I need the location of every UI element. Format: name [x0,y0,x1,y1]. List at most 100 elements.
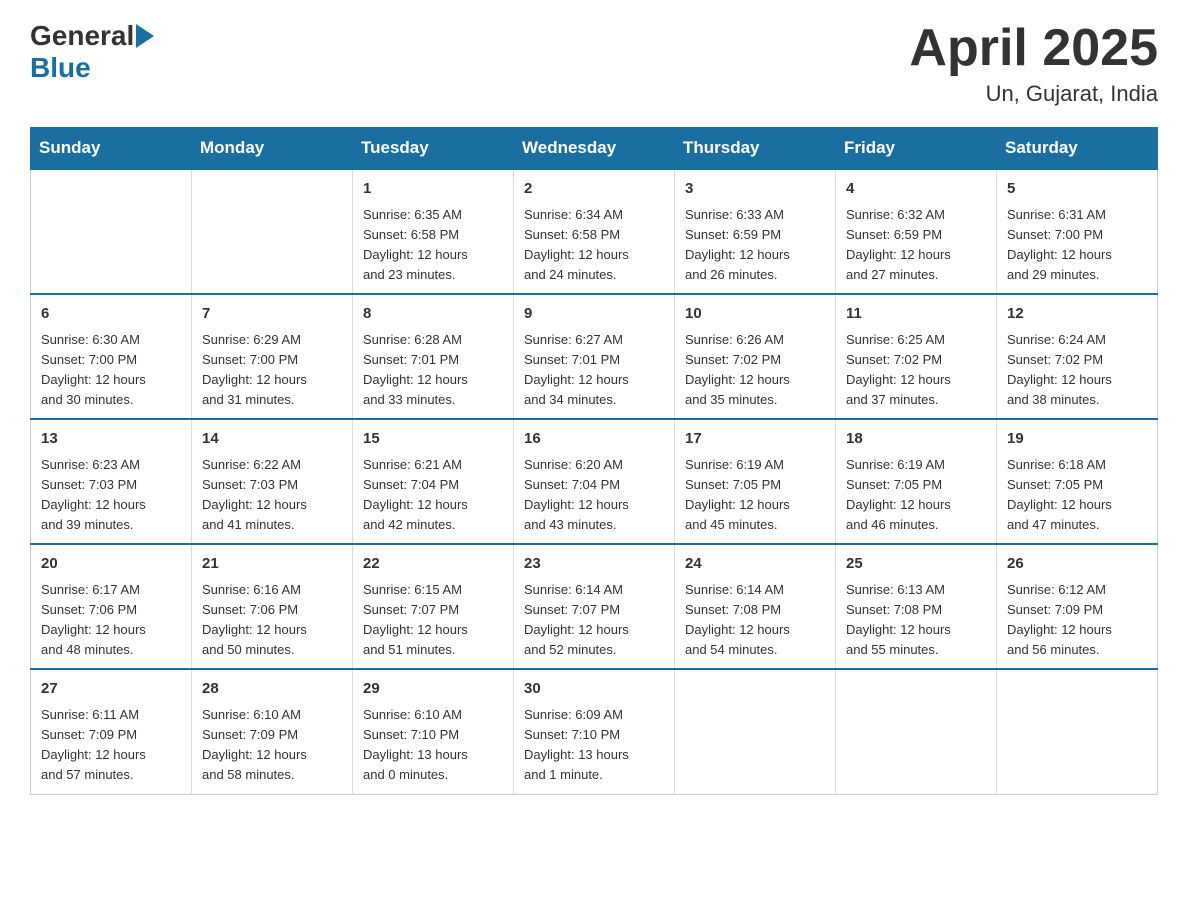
day-number: 15 [363,428,503,451]
calendar-cell: 29 Sunrise: 6:10 AM Sunset: 7:10 PM Dayli… [353,669,514,794]
day-info: Sunrise: 6:18 AM Sunset: 7:05 PM Dayligh… [1007,455,1147,536]
calendar-cell: 6 Sunrise: 6:30 AM Sunset: 7:00 PM Daylig… [31,294,192,419]
day-number: 9 [524,303,664,326]
day-of-week-header: Friday [836,128,997,170]
page-header: General Blue April 2025 Un, Gujarat, Ind… [30,20,1158,107]
day-number: 5 [1007,178,1147,201]
calendar-header-row: SundayMondayTuesdayWednesdayThursdayFrid… [31,128,1158,170]
day-number: 2 [524,178,664,201]
calendar-cell: 8 Sunrise: 6:28 AM Sunset: 7:01 PM Daylig… [353,294,514,419]
title-area: April 2025 Un, Gujarat, India [909,20,1158,107]
calendar-cell: 24 Sunrise: 6:14 AM Sunset: 7:08 PM Dayli… [675,544,836,669]
day-number: 13 [41,428,181,451]
day-number: 24 [685,553,825,576]
day-number: 18 [846,428,986,451]
day-number: 11 [846,303,986,326]
day-info: Sunrise: 6:28 AM Sunset: 7:01 PM Dayligh… [363,330,503,411]
day-number: 26 [1007,553,1147,576]
calendar-cell: 12 Sunrise: 6:24 AM Sunset: 7:02 PM Dayli… [997,294,1158,419]
day-info: Sunrise: 6:25 AM Sunset: 7:02 PM Dayligh… [846,330,986,411]
calendar-cell: 5 Sunrise: 6:31 AM Sunset: 7:00 PM Daylig… [997,169,1158,294]
calendar-week-row: 27 Sunrise: 6:11 AM Sunset: 7:09 PM Dayli… [31,669,1158,794]
day-number: 3 [685,178,825,201]
day-info: Sunrise: 6:32 AM Sunset: 6:59 PM Dayligh… [846,205,986,286]
logo-arrow-icon [136,24,154,48]
day-info: Sunrise: 6:13 AM Sunset: 7:08 PM Dayligh… [846,580,986,661]
day-info: Sunrise: 6:09 AM Sunset: 7:10 PM Dayligh… [524,705,664,786]
month-title: April 2025 [909,20,1158,77]
logo: General Blue [30,20,156,84]
day-number: 16 [524,428,664,451]
calendar-cell: 20 Sunrise: 6:17 AM Sunset: 7:06 PM Dayli… [31,544,192,669]
calendar-cell: 10 Sunrise: 6:26 AM Sunset: 7:02 PM Dayli… [675,294,836,419]
calendar-table: SundayMondayTuesdayWednesdayThursdayFrid… [30,127,1158,794]
calendar-cell: 26 Sunrise: 6:12 AM Sunset: 7:09 PM Dayli… [997,544,1158,669]
calendar-cell: 27 Sunrise: 6:11 AM Sunset: 7:09 PM Dayli… [31,669,192,794]
logo-general-text: General [30,20,134,52]
day-info: Sunrise: 6:35 AM Sunset: 6:58 PM Dayligh… [363,205,503,286]
day-number: 29 [363,678,503,701]
calendar-cell: 2 Sunrise: 6:34 AM Sunset: 6:58 PM Daylig… [514,169,675,294]
day-number: 27 [41,678,181,701]
calendar-cell: 23 Sunrise: 6:14 AM Sunset: 7:07 PM Dayli… [514,544,675,669]
day-number: 21 [202,553,342,576]
day-number: 28 [202,678,342,701]
calendar-cell [192,169,353,294]
day-info: Sunrise: 6:12 AM Sunset: 7:09 PM Dayligh… [1007,580,1147,661]
day-info: Sunrise: 6:19 AM Sunset: 7:05 PM Dayligh… [685,455,825,536]
day-of-week-header: Tuesday [353,128,514,170]
calendar-cell: 4 Sunrise: 6:32 AM Sunset: 6:59 PM Daylig… [836,169,997,294]
day-number: 22 [363,553,503,576]
day-number: 12 [1007,303,1147,326]
day-of-week-header: Saturday [997,128,1158,170]
day-info: Sunrise: 6:11 AM Sunset: 7:09 PM Dayligh… [41,705,181,786]
day-number: 20 [41,553,181,576]
logo-blue-text: Blue [30,52,91,84]
calendar-week-row: 13 Sunrise: 6:23 AM Sunset: 7:03 PM Dayli… [31,419,1158,544]
calendar-cell [675,669,836,794]
location-text: Un, Gujarat, India [909,81,1158,107]
day-info: Sunrise: 6:17 AM Sunset: 7:06 PM Dayligh… [41,580,181,661]
day-of-week-header: Thursday [675,128,836,170]
calendar-cell: 16Sunrise: 6:20 AM Sunset: 7:04 PM Dayli… [514,419,675,544]
day-number: 6 [41,303,181,326]
day-info: Sunrise: 6:33 AM Sunset: 6:59 PM Dayligh… [685,205,825,286]
day-number: 19 [1007,428,1147,451]
day-info: Sunrise: 6:14 AM Sunset: 7:08 PM Dayligh… [685,580,825,661]
day-info: Sunrise: 6:30 AM Sunset: 7:00 PM Dayligh… [41,330,181,411]
calendar-cell: 19 Sunrise: 6:18 AM Sunset: 7:05 PM Dayli… [997,419,1158,544]
calendar-cell: 17 Sunrise: 6:19 AM Sunset: 7:05 PM Dayli… [675,419,836,544]
day-info: Sunrise: 6:14 AM Sunset: 7:07 PM Dayligh… [524,580,664,661]
day-number: 23 [524,553,664,576]
calendar-cell [836,669,997,794]
calendar-week-row: 1 Sunrise: 6:35 AM Sunset: 6:58 PM Daylig… [31,169,1158,294]
day-info: Sunrise: 6:27 AM Sunset: 7:01 PM Dayligh… [524,330,664,411]
day-number: 14 [202,428,342,451]
day-number: 4 [846,178,986,201]
day-info: Sunrise: 6:10 AM Sunset: 7:10 PM Dayligh… [363,705,503,786]
day-number: 30 [524,678,664,701]
day-info: Sunrise: 6:31 AM Sunset: 7:00 PM Dayligh… [1007,205,1147,286]
day-info: Sunrise: 6:34 AM Sunset: 6:58 PM Dayligh… [524,205,664,286]
calendar-cell: 28 Sunrise: 6:10 AM Sunset: 7:09 PM Dayli… [192,669,353,794]
calendar-cell [31,169,192,294]
day-number: 7 [202,303,342,326]
day-of-week-header: Monday [192,128,353,170]
day-number: 17 [685,428,825,451]
day-info: Sunrise: 6:26 AM Sunset: 7:02 PM Dayligh… [685,330,825,411]
calendar-cell: 22Sunrise: 6:15 AM Sunset: 7:07 PM Dayli… [353,544,514,669]
day-info: Sunrise: 6:23 AM Sunset: 7:03 PM Dayligh… [41,455,181,536]
day-info: Sunrise: 6:21 AM Sunset: 7:04 PM Dayligh… [363,455,503,536]
day-number: 8 [363,303,503,326]
day-info: Sunrise: 6:24 AM Sunset: 7:02 PM Dayligh… [1007,330,1147,411]
day-number: 1 [363,178,503,201]
calendar-cell: 14 Sunrise: 6:22 AM Sunset: 7:03 PM Dayli… [192,419,353,544]
calendar-cell: 15 Sunrise: 6:21 AM Sunset: 7:04 PM Dayli… [353,419,514,544]
calendar-cell: 3 Sunrise: 6:33 AM Sunset: 6:59 PM Daylig… [675,169,836,294]
day-info: Sunrise: 6:10 AM Sunset: 7:09 PM Dayligh… [202,705,342,786]
calendar-cell: 1 Sunrise: 6:35 AM Sunset: 6:58 PM Daylig… [353,169,514,294]
day-number: 10 [685,303,825,326]
calendar-week-row: 20 Sunrise: 6:17 AM Sunset: 7:06 PM Dayli… [31,544,1158,669]
day-info: Sunrise: 6:22 AM Sunset: 7:03 PM Dayligh… [202,455,342,536]
calendar-cell: 18Sunrise: 6:19 AM Sunset: 7:05 PM Dayli… [836,419,997,544]
